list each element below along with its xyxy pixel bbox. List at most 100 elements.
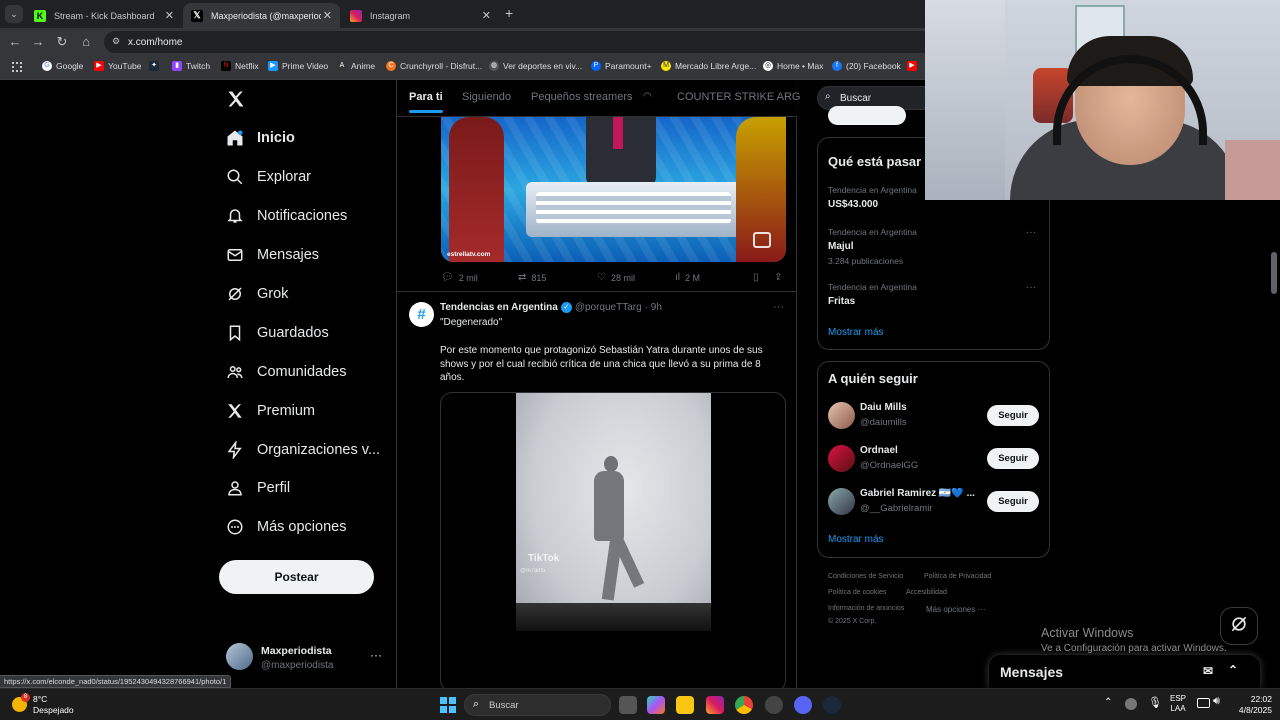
trend-item[interactable]: Tendencia en Argentina Fritas ··· xyxy=(828,282,1040,307)
weather-widget[interactable]: 8 8°C Despejado xyxy=(10,692,90,718)
messages-drawer[interactable]: Mensajes ✉ ⌃ xyxy=(989,655,1260,688)
more-icon[interactable]: ··· xyxy=(370,648,382,662)
bookmark-youtube[interactable]: ▶ YouTube xyxy=(94,61,141,71)
scan-text-icon[interactable] xyxy=(753,232,771,248)
sidebar-item-explorar[interactable]: Explorar xyxy=(226,164,311,190)
sidebar-item-grok[interactable]: Grok xyxy=(226,281,288,307)
footer-terms-link[interactable]: Condiciones de Servicio xyxy=(828,573,903,580)
new-tab-button[interactable]: + xyxy=(505,5,513,21)
reply-button[interactable]: 💬︎ 2 mil xyxy=(441,272,478,283)
bookmark-prime-video[interactable]: ▶ Prime Video xyxy=(268,61,328,71)
account-switcher[interactable]: Maxperiodista @maxperiodista ··· xyxy=(226,640,384,676)
post-button[interactable]: Postear xyxy=(219,560,374,594)
repost-button[interactable]: ⇄ 815 xyxy=(518,272,546,283)
tab-instagram[interactable]: Instagram ✕ xyxy=(342,3,499,28)
like-button[interactable]: ♡ 28 mil xyxy=(597,272,635,283)
trend-item[interactable]: Tendencia en Argentina Majul 3.284 publi… xyxy=(828,227,1040,266)
tab-counter-strike-arg[interactable]: COUNTER STRIKE ARG xyxy=(677,91,800,103)
tab-maxperiodista[interactable]: 𝕏 Maxperiodista (@maxperiodista ✕ xyxy=(183,3,340,28)
tab-kick-dashboard[interactable]: K Stream - Kick Dashboard ✕ xyxy=(26,3,182,28)
home-icon[interactable]: ⌂ xyxy=(78,34,94,50)
chrome-icon[interactable] xyxy=(735,696,753,714)
avatar[interactable] xyxy=(828,402,855,429)
task-view-icon[interactable] xyxy=(619,696,637,714)
apps-grid-icon[interactable] xyxy=(12,62,22,72)
reload-icon[interactable]: ↻ xyxy=(54,34,70,50)
bookmark-deportes[interactable]: ◍ Ver deportes en viv... xyxy=(489,61,582,71)
tweet-video[interactable]: TikTok @ni7ai05 xyxy=(440,392,786,688)
sidebar-item-perfil[interactable]: Perfil xyxy=(226,475,290,501)
expand-icon[interactable]: ⌃ xyxy=(1228,663,1238,677)
grok-button[interactable] xyxy=(1220,607,1258,645)
sidebar-item-mas-opciones[interactable]: Más opciones xyxy=(226,514,346,540)
sidebar-item-notificaciones[interactable]: Notificaciones xyxy=(226,203,347,229)
sidebar-item-mensajes[interactable]: Mensajes xyxy=(226,242,319,268)
new-message-icon[interactable]: ✉ xyxy=(1203,664,1213,678)
footer-cookies-link[interactable]: Política de cookies xyxy=(828,589,886,596)
close-icon[interactable]: ✕ xyxy=(482,9,491,22)
bookmark-anime[interactable]: A Anime xyxy=(337,61,375,71)
address-bar[interactable]: ⚙ x.com/home xyxy=(104,31,934,53)
footer-more-link[interactable]: Más opciones ··· xyxy=(926,605,986,614)
close-icon[interactable]: ✕ xyxy=(165,9,174,22)
taskbar-search[interactable]: ⌕ Buscar xyxy=(464,694,611,716)
tray-chevron-icon[interactable]: ⌃ xyxy=(1104,697,1112,708)
tweet-handle[interactable]: @porqueTTarg xyxy=(575,302,642,313)
tray-network-icon[interactable] xyxy=(1125,698,1137,710)
discord-icon[interactable] xyxy=(794,696,812,714)
bookmark-youtube-2[interactable]: ▶ xyxy=(907,61,921,71)
bookmark-netflix[interactable]: N Netflix xyxy=(221,61,259,71)
more-icon[interactable]: ··· xyxy=(773,301,784,313)
follow-button[interactable]: Seguir xyxy=(987,405,1039,426)
tweet-media-image[interactable]: estrellatv.com xyxy=(441,117,786,262)
copilot-icon[interactable] xyxy=(647,696,665,714)
views-button[interactable]: ıl 2 M xyxy=(675,272,700,283)
footer-privacy-link[interactable]: Política de Privacidad xyxy=(924,573,991,580)
sidebar-item-organizaciones[interactable]: Organizaciones v... xyxy=(226,437,380,463)
tab-para-ti[interactable]: Para ti xyxy=(409,91,443,113)
sidebar-item-guardados[interactable]: Guardados xyxy=(226,320,329,346)
tweet-author[interactable]: Tendencias en Argentina xyxy=(440,302,558,313)
bookmark-google[interactable]: G Google xyxy=(42,61,83,71)
avatar[interactable] xyxy=(828,445,855,472)
bookmark-steam[interactable]: ✦ xyxy=(149,61,163,71)
bookmark-paramount[interactable]: P Paramount+ xyxy=(591,61,652,71)
forward-icon[interactable]: → xyxy=(30,34,46,50)
tab-pequenos-streamers[interactable]: Pequeños streamers xyxy=(531,91,633,103)
discord-status-icon[interactable] xyxy=(765,696,783,714)
sidebar-item-comunidades[interactable]: Comunidades xyxy=(226,359,346,385)
bookmark-max[interactable]: ◎ Home • Max xyxy=(763,61,823,71)
tab-siguiendo[interactable]: Siguiendo xyxy=(462,91,511,103)
steam-icon[interactable] xyxy=(823,696,841,714)
sidebar-item-premium[interactable]: Premium xyxy=(226,398,315,424)
bookmark-button[interactable]: ▯ xyxy=(753,272,764,283)
more-icon[interactable]: ··· xyxy=(1026,227,1036,238)
avatar[interactable]: # xyxy=(409,302,434,327)
close-icon[interactable]: ✕ xyxy=(323,9,332,22)
follow-button[interactable]: Seguir xyxy=(987,448,1039,469)
clock[interactable]: 22:02 4/8/2025 xyxy=(1232,694,1272,716)
tab-search-button[interactable]: ⌄ xyxy=(5,5,23,23)
bookmark-twitch[interactable]: ▮ Twitch xyxy=(172,61,210,71)
share-button[interactable]: ⇪ xyxy=(774,272,787,283)
show-more-link[interactable]: Mostrar más xyxy=(828,327,884,338)
windows-start-icon[interactable] xyxy=(440,697,456,713)
footer-accessibility-link[interactable]: Accesibilidad xyxy=(906,589,947,596)
tweet-time[interactable]: · 9h xyxy=(645,302,662,313)
bookmark-crunchyroll[interactable]: C Crunchyroll - Disfrut... xyxy=(386,61,482,71)
file-explorer-icon[interactable] xyxy=(676,696,694,714)
instagram-app-icon[interactable] xyxy=(706,696,724,714)
more-icon[interactable]: ··· xyxy=(1026,282,1036,293)
avatar[interactable] xyxy=(828,488,855,515)
footer-ads-link[interactable]: Información de anuncios xyxy=(828,605,904,612)
volume-icon[interactable]: 🔊︎ xyxy=(1213,695,1220,708)
follow-name[interactable]: Daiu Mills xyxy=(860,402,907,413)
tweet[interactable]: # Tendencias en Argentina ✓ @porqueTTarg… xyxy=(397,291,797,688)
bookmark-mercado-libre[interactable]: M Mercado Libre Arge... xyxy=(661,61,756,71)
display-icon[interactable] xyxy=(1197,698,1210,708)
show-more-link[interactable]: Mostrar más xyxy=(828,534,884,545)
language-indicator[interactable]: ESP LAA xyxy=(1170,694,1186,714)
sidebar-item-inicio[interactable]: Inicio xyxy=(226,125,295,151)
page-scrollbar[interactable] xyxy=(1271,252,1277,294)
site-info-icon[interactable]: ⚙ xyxy=(112,36,120,47)
